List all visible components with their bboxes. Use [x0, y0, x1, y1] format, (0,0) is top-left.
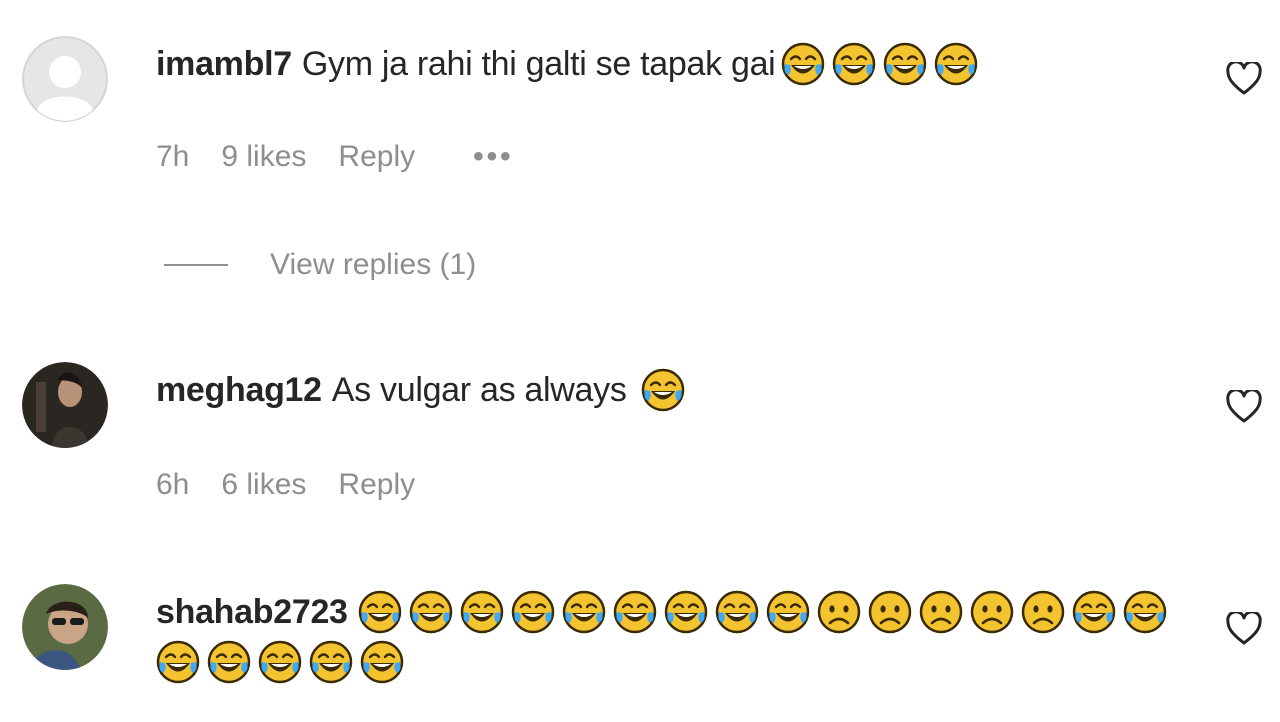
reply-button[interactable]: Reply — [338, 140, 415, 174]
laughing-tears-emoji-icon — [766, 590, 810, 634]
sad-face-emoji-icon — [1021, 590, 1065, 634]
comment-text-line: imambl7 Gym ja rahi thi galti se tapak g… — [156, 40, 1196, 88]
comment-text: As vulgar as always — [331, 371, 627, 409]
laughing-tears-emoji-icon — [511, 590, 555, 634]
likes-count[interactable]: 6 likes — [221, 468, 306, 502]
username[interactable]: shahab2723 — [156, 588, 348, 636]
laughing-tears-emoji-icon — [1072, 590, 1116, 634]
avatar[interactable] — [22, 36, 108, 122]
laughing-tears-emoji-icon — [156, 640, 200, 684]
laughing-tears-emoji-icon — [934, 42, 978, 86]
username[interactable]: meghag12 — [156, 366, 322, 414]
laughing-tears-emoji-icon — [207, 640, 251, 684]
laughing-tears-emoji-icon — [258, 640, 302, 684]
likes-count[interactable]: 9 likes — [221, 140, 306, 174]
view-replies-button[interactable]: View replies (1) — [164, 248, 476, 282]
comment-meta: 7h 9 likes Reply ••• — [156, 140, 546, 174]
more-options-button[interactable]: ••• — [473, 140, 514, 174]
comment-text: Gym ja rahi thi galti se tapak gai — [301, 45, 776, 83]
sad-face-emoji-icon — [817, 590, 861, 634]
avatar[interactable] — [22, 584, 108, 670]
laughing-tears-emoji-icon — [664, 590, 708, 634]
like-heart-icon[interactable] — [1226, 388, 1262, 424]
laughing-tears-emoji-icon — [613, 590, 657, 634]
laughing-tears-emoji-icon — [562, 590, 606, 634]
sad-face-emoji-icon — [970, 590, 1014, 634]
laughing-tears-emoji-icon — [360, 640, 404, 684]
laughing-tears-emoji-icon — [409, 590, 453, 634]
comment-text-line: shahab2723 — [156, 588, 1196, 636]
emoji-group — [641, 368, 692, 412]
comment-text-line-2 — [156, 640, 1196, 684]
laughing-tears-emoji-icon — [358, 590, 402, 634]
reply-button[interactable]: Reply — [338, 468, 415, 502]
like-heart-icon[interactable] — [1226, 60, 1262, 96]
emoji-group — [781, 42, 985, 86]
laughing-tears-emoji-icon — [781, 42, 825, 86]
sad-face-emoji-icon — [919, 590, 963, 634]
timestamp[interactable]: 6h — [156, 468, 189, 502]
view-replies-divider — [164, 264, 228, 266]
laughing-tears-emoji-icon — [715, 590, 759, 634]
view-replies-label: View replies (1) — [270, 248, 477, 281]
laughing-tears-emoji-icon — [1123, 590, 1167, 634]
comment-text-line: meghag12 As vulgar as always — [156, 366, 1196, 414]
comment-meta: 6h 6 likes Reply — [156, 468, 447, 502]
timestamp[interactable]: 7h — [156, 140, 189, 174]
emoji-group — [358, 590, 1174, 634]
laughing-tears-emoji-icon — [883, 42, 927, 86]
like-heart-icon[interactable] — [1226, 610, 1262, 646]
sad-face-emoji-icon — [868, 590, 912, 634]
laughing-tears-emoji-icon — [460, 590, 504, 634]
laughing-tears-emoji-icon — [309, 640, 353, 684]
laughing-tears-emoji-icon — [641, 368, 685, 412]
laughing-tears-emoji-icon — [832, 42, 876, 86]
username[interactable]: imambl7 — [156, 40, 292, 88]
emoji-group — [156, 640, 411, 684]
avatar[interactable] — [22, 362, 108, 448]
